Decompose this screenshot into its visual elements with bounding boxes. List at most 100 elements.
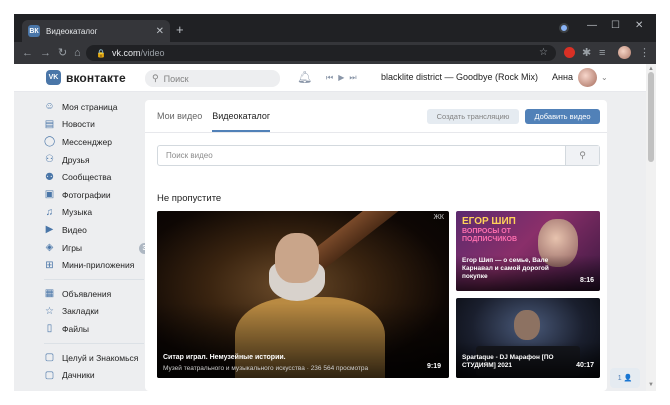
bookmarks-icon: ☆	[45, 305, 54, 317]
sidebar-item[interactable]: ⚉ Сообщества	[44, 168, 154, 186]
sidebar-item-label: Друзья	[62, 154, 90, 165]
minimize-icon[interactable]: —	[587, 20, 597, 31]
ads-icon: ▦	[44, 288, 55, 300]
thumbnail-overlay-title: ЕГОР ШИП	[462, 216, 516, 227]
forward-icon[interactable]: →	[40, 46, 51, 60]
chevron-down-icon[interactable]: ⌄	[601, 73, 608, 82]
channel-watermark: ЖК	[433, 214, 444, 221]
video-catalog-card: Мои видео Видеокаталог Создать трансляци…	[145, 100, 607, 391]
mini-apps-icon: ⊞	[45, 259, 54, 271]
sidebar-item[interactable]: ▯ Файлы	[44, 320, 154, 338]
sidebar-item-label: Файлы	[62, 323, 90, 334]
sidebar-item[interactable]: ☺ Моя страница	[44, 98, 154, 116]
sidebar-item-label: Видео	[62, 224, 87, 235]
sidebar-divider	[44, 342, 144, 344]
extensions-puzzle-icon[interactable]: ✱	[582, 46, 591, 60]
sidebar-item[interactable]: ◈Игры3	[44, 239, 154, 257]
bookmark-star-icon[interactable]: ☆	[539, 47, 548, 58]
files-icon: ▯	[46, 323, 53, 335]
now-playing-track[interactable]: blacklite district — Goodbye (Rock Mix)	[381, 72, 538, 82]
video-title[interactable]: Егор Шип — о семье, Вале Карнавал и само…	[462, 257, 562, 281]
video-title[interactable]: Ситар играл. Немузейные истории.	[163, 354, 383, 363]
video-card-featured[interactable]: ЖК Ситар играл. Немузейные истории. Музе…	[157, 211, 449, 378]
close-window-icon[interactable]: ✕	[635, 20, 643, 31]
user-name[interactable]: Анна	[552, 72, 573, 82]
add-video-button[interactable]: Добавить видео	[525, 109, 600, 124]
scrollbar-thumb[interactable]	[648, 72, 654, 162]
sidebar-item-label: Фотографии	[62, 189, 111, 200]
sidebar-item[interactable]: ▶ Видео	[44, 221, 154, 239]
address-bar[interactable]: 🔒 vk.com/video ☆	[86, 45, 556, 61]
maximize-icon[interactable]: ☐	[611, 20, 620, 31]
browser-tab[interactable]: ВК Видеокаталог ✕	[22, 20, 170, 42]
vk-logo-text: вконтакте	[66, 70, 126, 85]
tab-title: Видеокаталог	[46, 26, 98, 36]
player-controls[interactable]: ⏮▶⏭	[326, 73, 362, 83]
sidebar-item[interactable]: ▢ Дачники	[44, 366, 154, 384]
messenger-icon: ◯	[44, 136, 56, 148]
header-search-input[interactable]: ⚲ Поиск	[145, 70, 280, 87]
vk-logo-icon: VK	[46, 70, 61, 85]
url-path: /video	[140, 48, 165, 58]
news-icon: ▤	[44, 118, 55, 130]
lock-icon: 🔒	[96, 48, 106, 58]
notifications-bell-icon[interactable]: 🔔︎	[297, 71, 312, 83]
video-tabs: Мои видео Видеокаталог	[157, 100, 280, 132]
vk-logo[interactable]: VK вконтакте	[46, 70, 126, 85]
header-search-placeholder: Поиск	[163, 73, 189, 84]
browser-avatar-icon[interactable]	[618, 46, 631, 59]
app-icon: ▢	[44, 352, 55, 364]
thumbnail-head	[275, 233, 319, 283]
section-title: Не пропустите	[157, 193, 222, 204]
sidebar-item[interactable]: ⊞ Мини-приложения	[44, 256, 154, 274]
home-button-icon[interactable]: ⌂	[74, 46, 81, 60]
search-icon: ⚲	[152, 73, 159, 83]
sidebar-item[interactable]: ☆ Закладки	[44, 303, 154, 321]
sidebar-item[interactable]: ▢ Целуй и Знакомься	[44, 349, 154, 367]
video-duration: 8:16	[579, 277, 594, 284]
sidebar-item[interactable]: ▦ Объявления	[44, 285, 154, 303]
new-tab-icon[interactable]: +	[176, 23, 184, 36]
browser-toolbar: ← → ↻ ⌂ 🔒 vk.com/video ☆ ✱ ≡ ⋮	[14, 42, 656, 64]
tab-my-videos[interactable]: Мои видео	[157, 100, 202, 132]
close-tab-icon[interactable]: ✕	[156, 26, 164, 37]
browser-profile-icon[interactable]	[559, 23, 569, 33]
video-meta: Музей театрального и музыкального искусс…	[163, 365, 369, 372]
scroll-down-icon[interactable]: ▼	[648, 382, 654, 388]
video-icon: ▶	[45, 224, 54, 236]
back-icon[interactable]: ←	[22, 46, 33, 60]
sidebar-item-label: Мини-приложения	[62, 260, 135, 271]
media-queue-icon[interactable]: ≡	[599, 46, 605, 60]
thumbnail-overlay-subtitle: ВОПРОСЫ ОТ ПОДПИСЧИКОВ	[462, 228, 518, 243]
extension-icon[interactable]	[564, 47, 575, 58]
create-stream-button[interactable]: Создать трансляцию	[427, 109, 519, 124]
sidebar-divider	[44, 278, 144, 280]
sidebar-item-label: Объявления	[62, 288, 112, 299]
video-channel[interactable]: Музей театрального и музыкального искусс…	[163, 365, 305, 372]
browser-menu-icon[interactable]: ⋮	[639, 46, 650, 60]
sidebar-item[interactable]: ◯ Мессенджер	[44, 133, 154, 151]
vk-header: VK вконтакте ⚲ Поиск 🔔︎ ⏮▶⏭ blacklite di…	[14, 64, 656, 92]
browser-window: ВК Видеокаталог ✕ + — ☐ ✕ ← → ↻ ⌂ 🔒 vk.c…	[14, 14, 656, 391]
sidebar-item-label: Целуй и Знакомься	[62, 352, 139, 363]
video-card[interactable]: ЕГОР ШИП ВОПРОСЫ ОТ ПОДПИСЧИКОВ Егор Шип…	[456, 211, 600, 291]
reload-icon[interactable]: ↻	[58, 46, 67, 60]
video-search-input[interactable]: Поиск видео ⚲	[157, 145, 600, 166]
video-title[interactable]: Spartaque - DJ Марафон [ПО СТУДИЯМ] 2021	[462, 354, 572, 370]
video-card[interactable]: Spartaque - DJ Марафон [ПО СТУДИЯМ] 2021…	[456, 298, 600, 378]
browser-tabstrip: ВК Видеокаталог ✕ + — ☐ ✕	[14, 14, 656, 42]
sidebar-item-label: Музыка	[62, 207, 93, 218]
chat-button[interactable]: 1 👤	[610, 368, 640, 388]
tab-video-catalog[interactable]: Видеокаталог	[212, 100, 271, 132]
sidebar-item-label: Мессенджер	[62, 136, 112, 147]
user-avatar[interactable]	[578, 68, 597, 87]
sidebar-item[interactable]: ▤ Новости	[44, 116, 154, 134]
video-duration: 40:17	[576, 362, 594, 369]
vk-favicon-icon: ВК	[28, 25, 40, 37]
music-icon: ♫	[45, 206, 54, 218]
video-search-button-icon[interactable]: ⚲	[565, 146, 599, 165]
sidebar-item[interactable]: ♫ Музыка	[44, 204, 154, 222]
sidebar-item[interactable]: ▣ Фотографии	[44, 186, 154, 204]
sidebar-item[interactable]: ⚇ Друзья	[44, 151, 154, 169]
sidebar-item-label: Игры	[62, 242, 83, 253]
